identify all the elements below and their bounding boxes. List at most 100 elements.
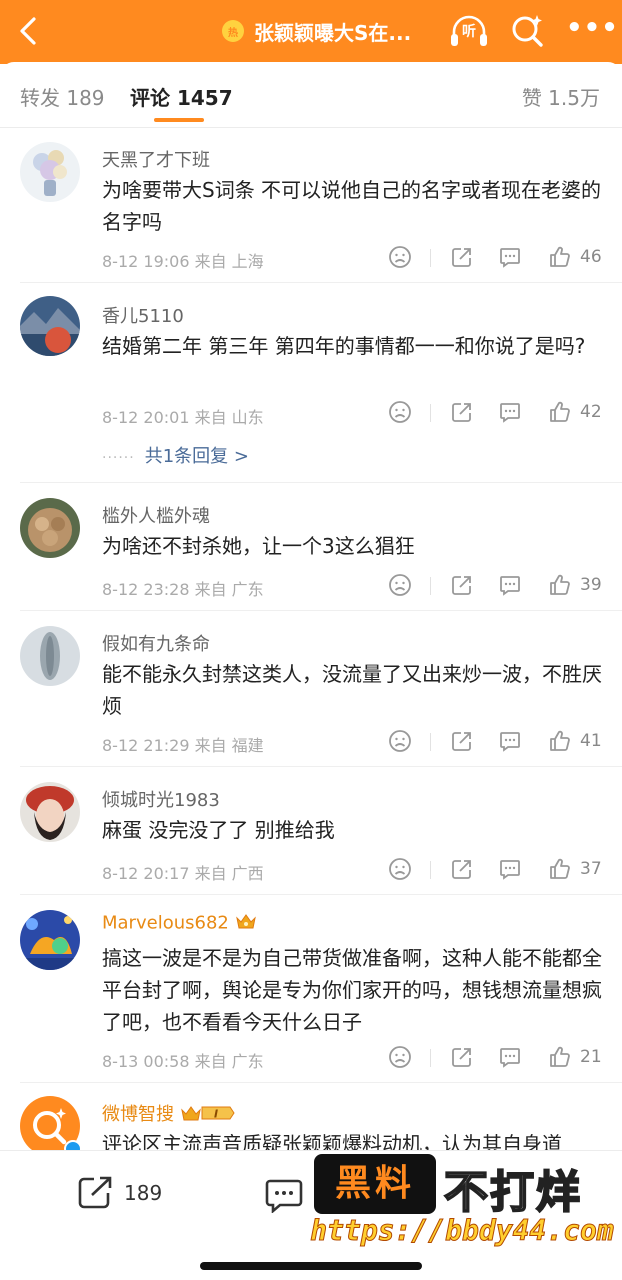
comment-separator [20,482,622,483]
comment-actions: 21 [388,1045,608,1071]
avatar[interactable] [20,498,80,558]
reply-icon[interactable] [498,245,522,271]
avatar[interactable] [20,626,80,686]
share-icon[interactable] [450,1045,474,1071]
share-icon[interactable] [450,400,474,426]
replies-label: 共1条回复 > [144,446,249,467]
hot-topic-icon: 热 [222,20,244,42]
action-divider [430,1049,431,1067]
username: Marvelous682 [102,912,229,934]
like-count: 42 [580,402,602,422]
home-indicator [200,1262,422,1270]
share-icon[interactable] [450,729,474,755]
comment-text: 结婚第二年 第三年 第四年的事情都一一和你说了是吗? [102,334,586,358]
dislike-icon[interactable] [388,245,412,271]
reply-icon[interactable] [498,400,522,426]
comment-text: 为啥还不封杀她，让一个3这么猖狂 [102,534,415,558]
comment-actions: 41 [388,729,608,755]
post-title: 张颖颖曝大S在... [254,20,412,45]
view-replies-link[interactable]: ······ 共1条回复 > [102,442,249,468]
username-vip[interactable]: Marvelous682 [102,912,257,935]
reply-icon[interactable] [498,729,522,755]
share-icon[interactable] [450,573,474,599]
like-icon[interactable] [548,729,572,755]
topic-title-group[interactable]: 热 张颖颖曝大S在... [222,14,411,48]
comment-separator [20,610,622,611]
action-divider [430,404,431,422]
like-icon[interactable] [548,573,572,599]
comment-meta: 8-13 00:58 来自 广东 [102,1052,264,1071]
comment-button-icon[interactable] [264,1177,304,1214]
listen-button[interactable]: 听 [448,12,490,50]
level-badge-text: I [214,1107,218,1120]
comment-meta: 8-12 21:29 来自 福建 [102,736,264,755]
username[interactable]: 天黑了才下班 [102,146,210,172]
username-vip[interactable]: 微博智搜 I [102,1100,236,1127]
dislike-icon[interactable] [388,573,412,599]
reply-icon[interactable] [498,573,522,599]
avatar[interactable] [20,296,80,356]
reply-icon[interactable] [498,1045,522,1071]
like-count: 37 [580,859,602,879]
tab-likes[interactable]: 赞 1.5万 [522,82,600,111]
back-arrow-icon[interactable] [12,14,46,48]
comment-meta: 8-12 20:01 来自 山东 [102,408,264,427]
repost-count: 189 [124,1181,163,1205]
comment-meta: 8-12 20:17 来自 广西 [102,864,264,883]
comment-text: 搞这一波是不是为自己带货做准备啊，这种人能不能都全平台封了啊，舆论是专为你们家开… [102,946,602,1034]
comment-separator [20,282,622,283]
username: 微博智搜 [102,1104,174,1125]
like-count: 41 [580,731,602,751]
level-badge-icon: I [180,1104,236,1127]
avatar[interactable] [20,782,80,842]
dislike-icon[interactable] [388,729,412,755]
dislike-icon[interactable] [388,1045,412,1071]
watermark-logo-left: 黑料 [314,1154,436,1214]
top-navigation-bar: 热 张颖颖曝大S在... 听 ••• [0,0,622,64]
like-count: 21 [580,1047,602,1067]
reply-icon[interactable] [498,857,522,883]
comment-text: 能不能永久封禁这类人，没流量了又出来炒一波，不胜厌烦 [102,662,602,718]
dislike-icon[interactable] [388,400,412,426]
watermark-logo-right: 不打烊 [443,1166,582,1219]
action-divider [430,577,431,595]
smart-search-icon[interactable] [510,13,546,49]
like-count: 39 [580,575,602,595]
avatar[interactable] [20,142,80,202]
active-tab-indicator [154,118,204,122]
tab-repost[interactable]: 转发 189 [20,82,105,111]
username[interactable]: 香儿5110 [102,302,184,328]
like-icon[interactable] [548,1045,572,1071]
vip-crown-icon [235,912,257,935]
replies-dots: ······ [102,450,135,466]
action-divider [430,861,431,879]
username[interactable]: 假如有九条命 [102,630,210,656]
repost-icon[interactable] [76,1175,116,1211]
comment-separator [20,766,622,767]
comment-actions: 37 [388,857,608,883]
listen-label: 听 [462,24,476,40]
like-icon[interactable] [548,245,572,271]
comment-actions: 39 [388,573,608,599]
more-options-icon[interactable]: ••• [566,15,618,46]
tab-comments[interactable]: 评论 1457 [130,82,233,111]
comment-text: 为啥要带大S词条 不可以说他自己的名字或者现在老婆的名字吗 [102,178,602,234]
like-count: 46 [580,247,602,267]
comment-text: 麻蛋 没完没了了 别推给我 [102,818,335,842]
like-icon[interactable] [548,857,572,883]
watermark-overlay: 黑料 不打烊 https://bbdy44.com [302,1152,622,1252]
action-divider [430,733,431,751]
username[interactable]: 倾城时光1983 [102,786,220,812]
avatar[interactable] [20,910,80,970]
comment-actions: 42 [388,400,608,426]
watermark-url: https://bbdy44.com [310,1214,614,1248]
comment-meta: 8-12 19:06 来自 上海 [102,252,264,271]
like-icon[interactable] [548,400,572,426]
username[interactable]: 槛外人槛外魂 [102,502,210,528]
dislike-icon[interactable] [388,857,412,883]
comment-actions: 46 [388,245,608,271]
share-icon[interactable] [450,245,474,271]
comment-separator [20,1082,622,1083]
tab-bar: 转发 189 评论 1457 赞 1.5万 [0,62,622,128]
share-icon[interactable] [450,857,474,883]
